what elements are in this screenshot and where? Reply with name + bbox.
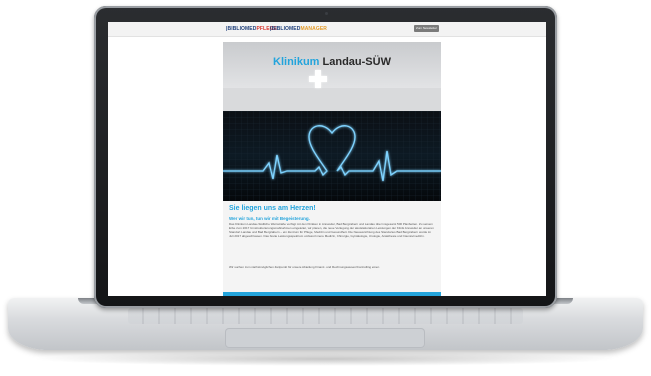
- laptop-keyboard: [128, 308, 523, 324]
- accent-bar: [223, 292, 441, 296]
- content-subhead: Wer wir tun, tun wir mit Begeisterung.: [229, 216, 310, 221]
- heartbeat-banner: [223, 111, 441, 201]
- hero-title-accent: Klinikum: [273, 56, 320, 68]
- content-headline: Sie liegen uns am Herzen!: [229, 205, 316, 212]
- hero-title-rest: Landau-SÜW: [319, 56, 391, 68]
- medical-cross-icon: [309, 70, 327, 88]
- laptop-shadow: [30, 352, 620, 366]
- hero-header: Klinikum Landau-SÜW: [223, 42, 441, 88]
- logo-text-manager: MANAGER: [300, 26, 327, 32]
- logo-text: |BIBLIOMED: [226, 26, 257, 32]
- newsletter-panel: Klinikum Landau-SÜW Sie liegen uns am He…: [223, 42, 441, 296]
- hero-title: Klinikum Landau-SÜW: [223, 56, 441, 68]
- laptop-trackpad: [225, 328, 425, 348]
- intro-paragraph: Das Klinikum Landau-Südliche Weinstraße …: [229, 222, 434, 238]
- bibliomed-manager-logo[interactable]: |BIBLIOMEDMANAGER: [270, 26, 327, 32]
- site-header: |BIBLIOMEDPFLEGE |BIBLIOMEDMANAGER Zum N…: [108, 22, 546, 37]
- camera-icon: [325, 12, 328, 15]
- heartbeat-heart-icon: [223, 111, 441, 201]
- job-paragraph: Wir suchen zum nächstmöglichen Zeitpunkt…: [229, 265, 380, 269]
- laptop-screen: |BIBLIOMEDPFLEGE |BIBLIOMEDMANAGER Zum N…: [108, 22, 546, 296]
- logo-text: |BIBLIOMED: [270, 26, 301, 32]
- header-button[interactable]: Zum Newsletter: [414, 25, 439, 32]
- content-section: Sie liegen uns am Herzen! Wer wir tun, t…: [223, 201, 441, 296]
